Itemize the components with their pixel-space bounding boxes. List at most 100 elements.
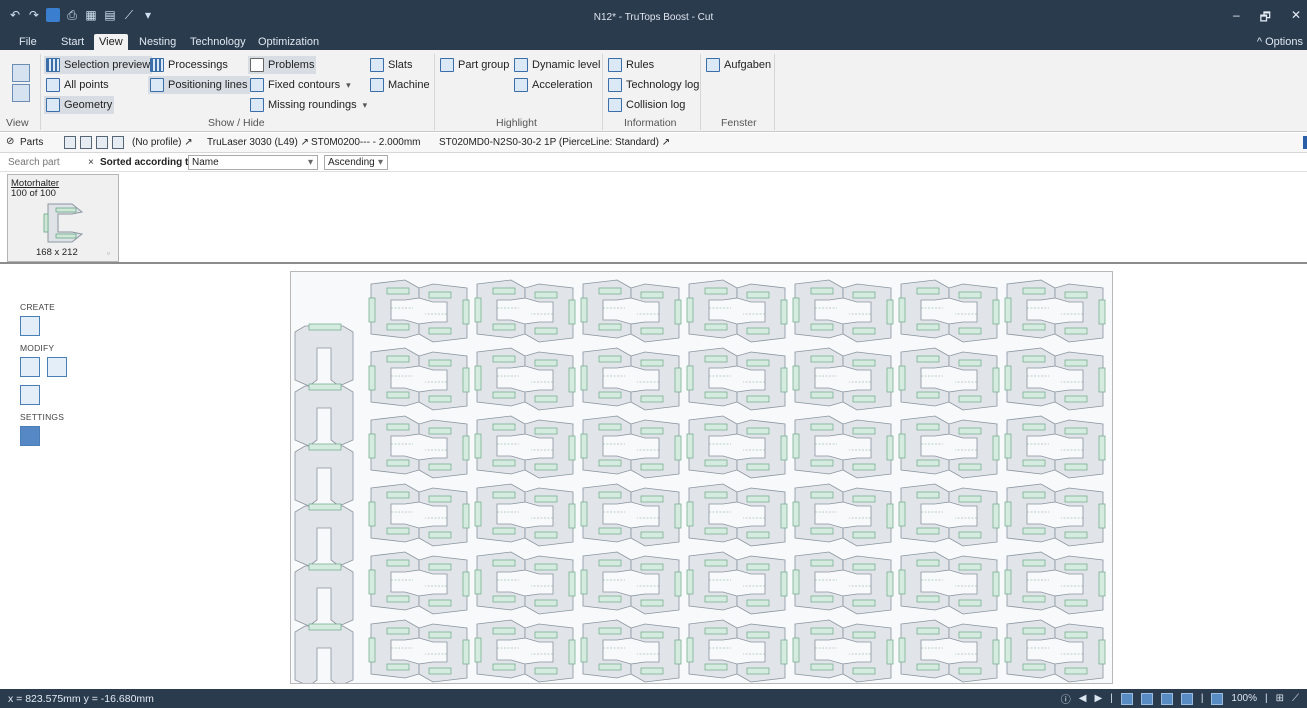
snap-icon[interactable]: ⊞: [1276, 693, 1284, 704]
modify-label: MODIFY: [20, 343, 55, 353]
technology-link[interactable]: ST020MD0-N2S0-30-2 1P (PierceLine: Stand…: [439, 137, 670, 148]
rules-icon: [608, 58, 622, 72]
collapse-icon[interactable]: ⊘: [6, 136, 14, 147]
machine-icon: [370, 78, 384, 92]
panel-edge-indicator: [1303, 136, 1307, 149]
ribbon: View Selection preview Processings Probl…: [0, 50, 1307, 132]
technology-log-label: Technology log: [626, 79, 700, 91]
workspace: CREATE MODIFY SETTINGS: [0, 266, 1307, 689]
all-points-button[interactable]: All points: [44, 76, 111, 94]
ribbon-separator: [602, 54, 603, 130]
part-count: 100 of 100: [11, 188, 56, 199]
view-tile-button[interactable]: [12, 64, 30, 82]
acceleration-label: Acceleration: [532, 79, 593, 91]
zoom-window-icon[interactable]: [1211, 692, 1224, 705]
technology-log-button[interactable]: Technology log: [606, 76, 701, 94]
ribbon-separator: [700, 54, 701, 130]
sort-order-select[interactable]: Ascending: [324, 155, 388, 170]
tab-optimization[interactable]: Optimization: [253, 34, 324, 50]
modify-move-button[interactable]: [20, 385, 40, 405]
group-label-highlight: Highlight: [496, 117, 537, 129]
next-icon[interactable]: ▶: [1095, 693, 1103, 704]
nested-parts-drawing: [294, 272, 1113, 683]
separator: |: [1265, 693, 1268, 704]
fixed-contours-dropdown[interactable]: Fixed contours: [248, 76, 353, 94]
profile-link[interactable]: (No profile) ↗: [132, 137, 193, 148]
slats-button[interactable]: Slats: [368, 56, 414, 74]
collision-log-icon: [608, 98, 622, 112]
filter-icon[interactable]: [112, 136, 124, 149]
slats-label: Slats: [388, 59, 413, 71]
copy-icon[interactable]: ▫: [107, 248, 110, 258]
problems-button[interactable]: Problems: [248, 56, 317, 74]
chevron-up-icon: ^: [1256, 36, 1266, 48]
group-label-fenster: Fenster: [721, 117, 757, 129]
dynamic-level-button[interactable]: Dynamic level: [512, 56, 602, 74]
window-controls: – 🗗 ✕: [1233, 8, 1301, 29]
parts-label[interactable]: Parts: [20, 137, 43, 148]
sort-field-select[interactable]: Name: [188, 155, 318, 170]
slats-icon: [370, 58, 384, 72]
view-list-icon[interactable]: [1180, 692, 1193, 705]
view-layout-button[interactable]: [12, 84, 30, 102]
fixed-contours-label: Fixed contours: [268, 79, 341, 91]
dynamic-level-icon: [514, 58, 528, 72]
aufgaben-label: Aufgaben: [724, 59, 772, 71]
minimize-button[interactable]: –: [1233, 8, 1240, 29]
restore-button[interactable]: 🗗: [1260, 8, 1271, 29]
material-label: ST0M0200--- - 2.000mm: [311, 137, 421, 148]
positioning-lines-icon: [150, 78, 164, 92]
tab-view[interactable]: View: [94, 34, 128, 50]
acceleration-button[interactable]: Acceleration: [512, 76, 595, 94]
measure-icon[interactable]: ⟋: [1292, 693, 1299, 704]
separator: |: [1200, 693, 1204, 704]
tab-start[interactable]: Start: [56, 34, 89, 50]
tab-technology[interactable]: Technology: [185, 34, 251, 50]
nesting-sheet[interactable]: [290, 271, 1113, 684]
rules-button[interactable]: Rules: [606, 56, 656, 74]
options-menu[interactable]: ^ Options: [1257, 34, 1303, 50]
tab-file[interactable]: File: [14, 34, 42, 50]
machine-button[interactable]: Machine: [368, 76, 432, 94]
missing-roundings-icon: [250, 98, 264, 112]
close-button[interactable]: ✕: [1291, 8, 1301, 29]
processings-button[interactable]: Processings: [148, 56, 230, 74]
sheet-icon[interactable]: [80, 136, 92, 149]
info-icon[interactable]: ⓘ: [1061, 691, 1071, 706]
home-icon[interactable]: [64, 136, 76, 149]
prev-icon[interactable]: ◀: [1079, 693, 1087, 704]
ribbon-separator: [40, 54, 41, 130]
missing-roundings-label: Missing roundings: [268, 99, 357, 111]
create-sheet-button[interactable]: [20, 316, 40, 336]
aufgaben-button[interactable]: Aufgaben: [704, 56, 773, 74]
zoom-level[interactable]: 100%: [1231, 693, 1257, 704]
view-sheet-icon[interactable]: [1140, 692, 1153, 705]
selection-preview-button[interactable]: Selection preview: [44, 56, 153, 74]
settings-button[interactable]: [20, 426, 40, 446]
modify-add-button[interactable]: [47, 357, 67, 377]
selection-preview-icon: [46, 58, 60, 72]
status-controls: ⓘ ◀ ▶ | | 100% | ⊞ ⟋: [1061, 691, 1299, 706]
tab-nesting[interactable]: Nesting: [134, 34, 181, 50]
geometry-button[interactable]: Geometry: [44, 96, 115, 114]
machine-link[interactable]: TruLaser 3030 (L49) ↗: [207, 137, 309, 148]
clear-search-button[interactable]: ×: [88, 157, 94, 168]
group-label-view: View: [6, 117, 29, 129]
modify-distribute-button[interactable]: [20, 357, 40, 377]
part-group-button[interactable]: Part group: [438, 56, 511, 74]
missing-roundings-dropdown[interactable]: Missing roundings: [248, 96, 369, 114]
problems-label: Problems: [268, 59, 315, 71]
view-grid-icon[interactable]: [1160, 692, 1173, 705]
collision-log-label: Collision log: [626, 99, 686, 111]
machine-label: Machine: [388, 79, 430, 91]
part-card[interactable]: Motorhalter 100 of 100 168 x 212 ▫: [7, 174, 119, 262]
search-input[interactable]: [0, 155, 96, 170]
positioning-lines-button[interactable]: Positioning lines: [148, 76, 250, 94]
geometry-label: Geometry: [64, 99, 113, 111]
part-group-icon: [440, 58, 454, 72]
zoom-fit-icon[interactable]: [1120, 692, 1133, 705]
settings-icon[interactable]: [96, 136, 108, 149]
settings-label: SETTINGS: [20, 412, 65, 422]
collision-log-button[interactable]: Collision log: [606, 96, 687, 114]
part-dimensions: 168 x 212: [36, 247, 78, 258]
